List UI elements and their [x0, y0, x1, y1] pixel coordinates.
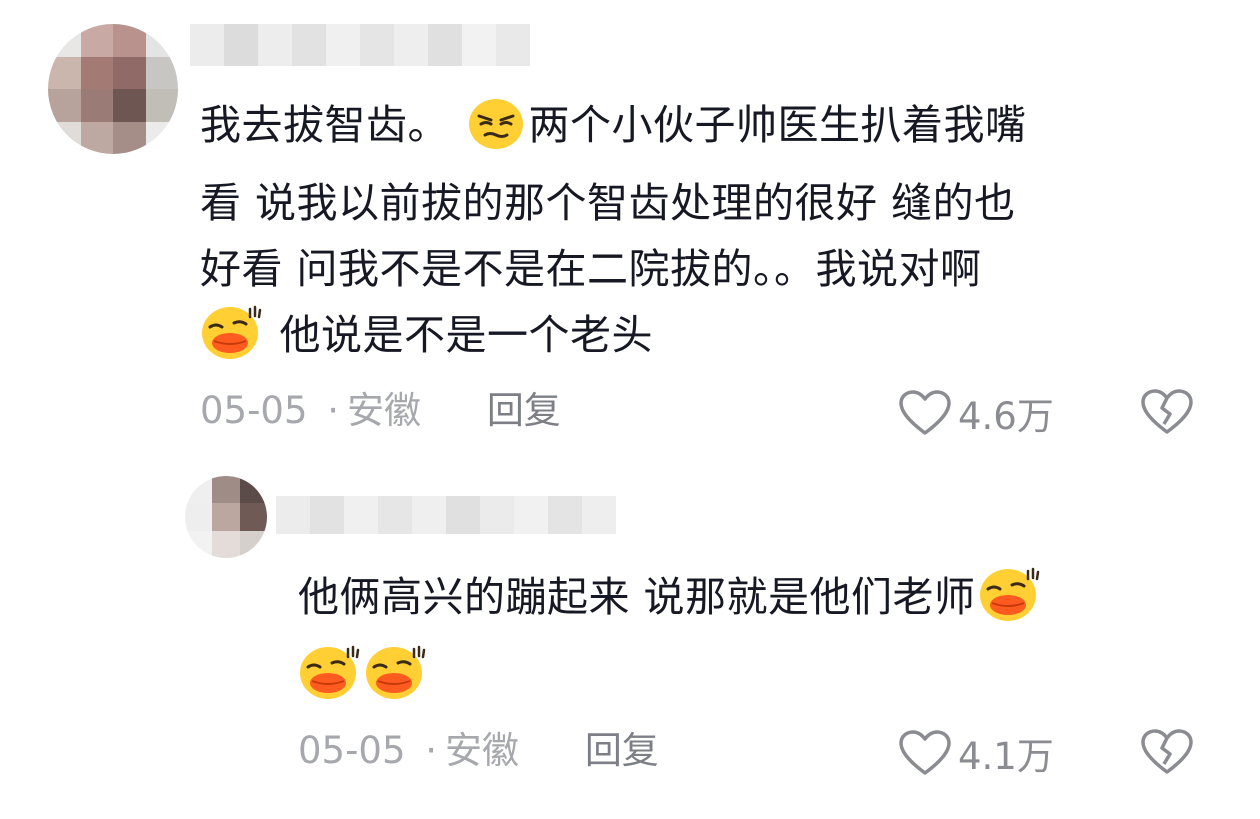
reply-button[interactable]: 回复	[585, 729, 659, 772]
dislike-button[interactable]	[1140, 388, 1194, 440]
heart-icon	[899, 730, 951, 775]
comment-text: 我去拔智齿。 两个小伙子帅医生扒着我嘴 看 说我以前拔的那个智齿处理的很好 缝的…	[200, 92, 1027, 380]
comment-meta: 05-05 · 安徽 回复	[200, 386, 561, 436]
like-button[interactable]: 4.1万	[898, 726, 1054, 780]
blush-laugh-emoji	[200, 303, 262, 380]
comment-line: 他说是不是一个老头	[200, 302, 1027, 380]
broken-heart-icon	[1141, 389, 1193, 434]
comment-line: 他俩高兴的蹦起来 说那就是他们老师	[298, 564, 1044, 642]
dislike-button[interactable]	[1140, 728, 1194, 780]
broken-heart-icon	[1141, 729, 1193, 774]
like-button[interactable]: 4.6万	[898, 386, 1054, 440]
comment-location: 安徽	[445, 729, 520, 772]
blush-laugh-emoji	[978, 565, 1040, 642]
grimace-emoji	[467, 97, 525, 170]
reply-name-blurred[interactable]	[276, 496, 616, 534]
comment-date: 05-05	[298, 729, 406, 772]
comment-line: 看 说我以前拔的那个智齿处理的很好 缝的也	[200, 179, 1016, 227]
blush-laugh-emoji	[364, 643, 426, 720]
separator-dot: ·	[425, 729, 438, 772]
separator-dot: ·	[327, 389, 340, 432]
blush-laugh-emoji	[298, 643, 360, 720]
commenter-name-blurred[interactable]	[190, 24, 530, 66]
reply-button[interactable]: 回复	[487, 389, 561, 432]
comment-line: 好看 问我不是不是在二院拔的。。我说对啊	[200, 245, 982, 293]
reply-meta: 05-05 · 安徽 回复	[298, 726, 659, 776]
like-count: 4.1万	[958, 735, 1054, 778]
like-count: 4.6万	[958, 395, 1054, 438]
comment-date: 05-05	[200, 389, 308, 432]
reply-avatar[interactable]	[185, 476, 267, 558]
heart-icon	[899, 390, 951, 435]
commenter-avatar[interactable]	[48, 24, 178, 154]
comment-location: 安徽	[347, 389, 422, 432]
comment-line: 我去拔智齿。 两个小伙子帅医生扒着我嘴	[200, 92, 1027, 170]
comment-line	[298, 642, 1044, 720]
reply-text: 他俩高兴的蹦起来 说那就是他们老师	[298, 564, 1044, 720]
